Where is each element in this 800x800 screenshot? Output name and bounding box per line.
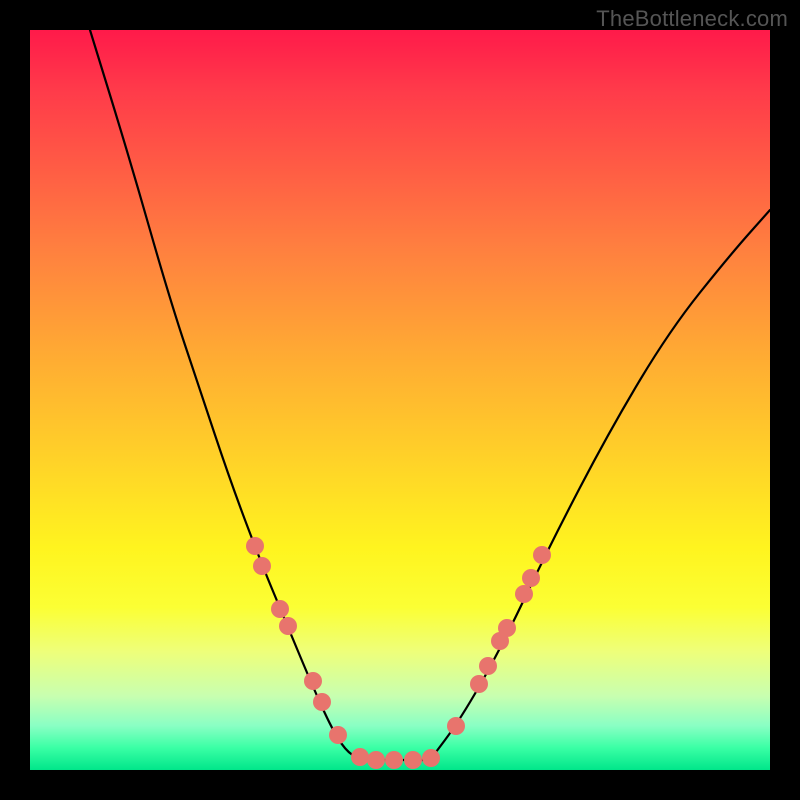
data-point (271, 600, 289, 618)
data-point (479, 657, 497, 675)
watermark-text: TheBottleneck.com (596, 6, 788, 32)
plot-area (30, 30, 770, 770)
data-point (404, 751, 422, 769)
data-point (533, 546, 551, 564)
data-point (246, 537, 264, 555)
data-point (522, 569, 540, 587)
data-dots (246, 537, 551, 769)
data-point (351, 748, 369, 766)
data-point (385, 751, 403, 769)
data-point (329, 726, 347, 744)
data-point (422, 749, 440, 767)
data-point (447, 717, 465, 735)
data-point (279, 617, 297, 635)
data-point (498, 619, 516, 637)
data-point (253, 557, 271, 575)
data-point (470, 675, 488, 693)
data-point (367, 751, 385, 769)
curve-left (90, 30, 360, 760)
data-point (515, 585, 533, 603)
outer-frame: TheBottleneck.com (0, 0, 800, 800)
chart-svg (30, 30, 770, 770)
data-point (313, 693, 331, 711)
data-point (304, 672, 322, 690)
